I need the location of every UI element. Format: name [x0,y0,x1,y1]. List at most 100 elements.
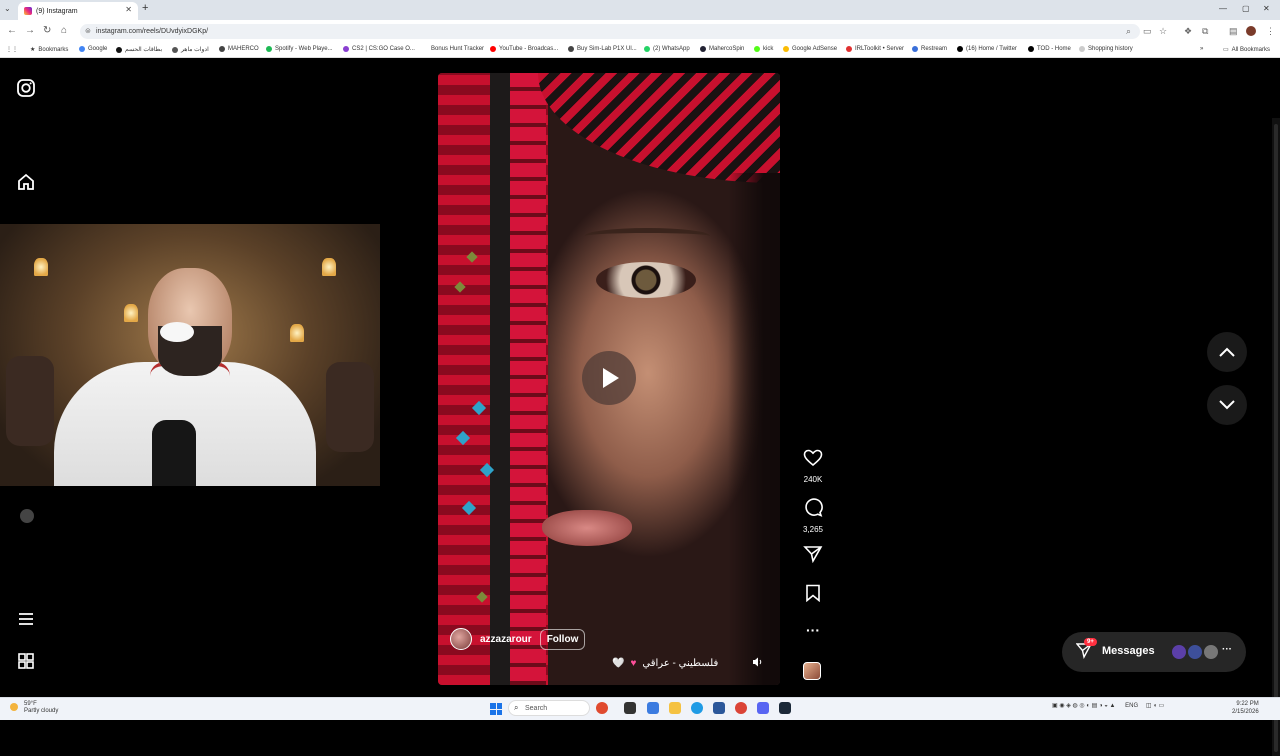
kick-icon [754,46,760,52]
chevron-up-icon [1219,347,1235,357]
bookmark-item[interactable]: Restream [912,46,947,52]
comment-action[interactable]: 3,265 [796,497,830,534]
zoom-icon[interactable]: ⌕ [1126,26,1131,37]
play-icon [603,368,619,388]
tab-search-icon[interactable]: ⌄ [4,4,11,13]
microphone [152,420,196,486]
browser-tab[interactable]: (9) Instagram ✕ [18,2,138,20]
share-action[interactable] [796,545,830,568]
forward-icon[interactable]: → [25,25,35,36]
ellipsis-icon[interactable]: ··· [796,622,830,638]
chrome-icon[interactable] [735,702,747,714]
scarf-band [510,73,546,685]
grid-icon[interactable] [16,651,36,676]
bookmark-item[interactable]: kick [754,46,773,52]
bookmark-item[interactable]: بطاقات الحسم [116,46,162,53]
close-tab-icon[interactable]: ✕ [125,5,132,14]
reel-caption[interactable]: 🤍 ♥ فلسطيني - عراقي [612,658,718,669]
bookmark-item[interactable]: CS2 | CS:GO Case O... [343,46,415,52]
tab-title: (9) Instagram [36,7,78,15]
star-icon[interactable]: ☆ [1159,26,1167,37]
minimize-icon[interactable]: — [1219,4,1227,13]
bookmark-item[interactable]: Bonus Hunt Tracker [422,46,484,52]
eye [596,262,696,298]
youtube-icon [490,46,496,52]
windows-start-icon[interactable] [490,703,502,715]
more-bookmarks-icon[interactable]: » [1200,46,1203,52]
weather-widget[interactable]: 59°F Partly cloudy [10,701,58,715]
bookmark-item[interactable]: Spotify - Web Playe... [266,46,333,52]
steam-icon[interactable] [779,702,791,714]
maximize-icon[interactable]: ▢ [1242,4,1250,13]
play-button[interactable] [582,351,636,405]
task-view-icon[interactable] [624,702,636,714]
reload-icon[interactable]: ↻ [43,25,51,36]
heart-icon [803,449,823,467]
back-icon[interactable]: ← [7,25,17,36]
edge-icon[interactable] [691,702,703,714]
folder-icon: ▭ [1223,47,1229,53]
bookmark-item[interactable]: TOD - Home [1028,46,1071,52]
bookmark-item[interactable]: Shopping history [1079,46,1133,52]
bookmark-item[interactable]: (16) Home / Twitter [957,46,1017,52]
site-icon [1028,46,1034,52]
extension-icon[interactable]: ❖ [1184,26,1192,37]
instagram-icon[interactable] [16,78,36,103]
app-icon[interactable] [647,702,659,714]
taskbar-clock[interactable]: 9:22 PM 2/15/2026 [1232,700,1259,716]
bookmark-item[interactable]: YouTube - Broadcas... [490,46,558,52]
like-count: 240K [803,475,823,484]
taskbar-search[interactable]: ⌕ Search [508,700,590,716]
lamp [322,258,336,276]
browser-menu-icon[interactable]: ⋮ [1266,26,1275,37]
bookmark-item[interactable]: ★ Bookmarks [30,46,68,54]
spotify-icon [266,46,272,52]
hair [728,173,780,685]
address-bar[interactable]: ⊜ instagram.com/reels/DUvdyixDGKp/ [80,24,1140,39]
save-action[interactable] [796,584,830,607]
next-reel-button[interactable] [1207,385,1247,425]
author-avatar[interactable] [450,628,472,650]
previous-reel-button[interactable] [1207,332,1247,372]
like-action[interactable]: 240K [796,449,830,484]
follow-button[interactable]: Follow [539,628,586,650]
new-tab-button[interactable]: + [142,2,148,14]
volume-icon[interactable] [752,656,766,670]
bookmark-item[interactable]: ادوات ماهر [172,46,209,53]
author-username[interactable]: azzazarour [480,634,532,645]
apps-icon[interactable]: ⋮⋮ [6,46,18,53]
bookmark-item[interactable]: Google AdSense [783,46,837,52]
system-tray[interactable]: ▣ ◉ ◈ ◍ ◎ ◐ ▤ ◑ ◒ ▲ ENG ◫ ◖ ▭ [1052,702,1164,709]
home-icon[interactable] [16,172,36,197]
hamburger-icon[interactable] [16,609,36,634]
cast-icon[interactable]: ▭ [1143,26,1152,37]
bookmark-item[interactable]: Buy Sim-Lab P1X Ul... [568,46,637,52]
discord-icon[interactable] [757,702,769,714]
site-info-icon[interactable]: ⊜ [85,27,92,35]
bookmark-item[interactable]: IRLToolkit • Server [846,46,904,52]
messages-button[interactable]: 9+ Messages ··· [1062,632,1246,672]
home-browser-icon[interactable]: ⌂ [61,25,67,36]
file-explorer-icon[interactable] [669,702,681,714]
language-indicator[interactable]: ENG [1125,703,1138,709]
bookmark-icon [806,584,820,603]
sidepanel-icon[interactable]: ▤ [1229,26,1238,37]
bookmark-item[interactable]: ▭ All Bookmarks [1223,46,1270,54]
restream-icon [912,46,918,52]
puzzle-icon[interactable]: ⧉ [1202,26,1208,37]
store-icon[interactable] [713,702,725,714]
lamp [34,258,48,276]
bookmark-item[interactable]: MahercoSpin [700,46,744,52]
bookmark-item[interactable]: MAHERCO [219,46,259,52]
app-icon[interactable] [596,702,608,714]
bookmark-item[interactable]: (2) WhatsApp [644,46,690,52]
adsense-icon [783,46,789,52]
bookmark-item[interactable]: Google [79,46,107,52]
site-icon [343,46,349,52]
network-icon[interactable]: ◫ ◖ ▭ [1146,703,1164,709]
profile-avatar[interactable] [20,509,34,523]
page-scrollbar[interactable] [1272,118,1280,756]
close-window-icon[interactable]: ✕ [1263,4,1270,13]
profile-avatar[interactable] [1246,26,1256,36]
audio-thumbnail[interactable] [803,662,821,680]
